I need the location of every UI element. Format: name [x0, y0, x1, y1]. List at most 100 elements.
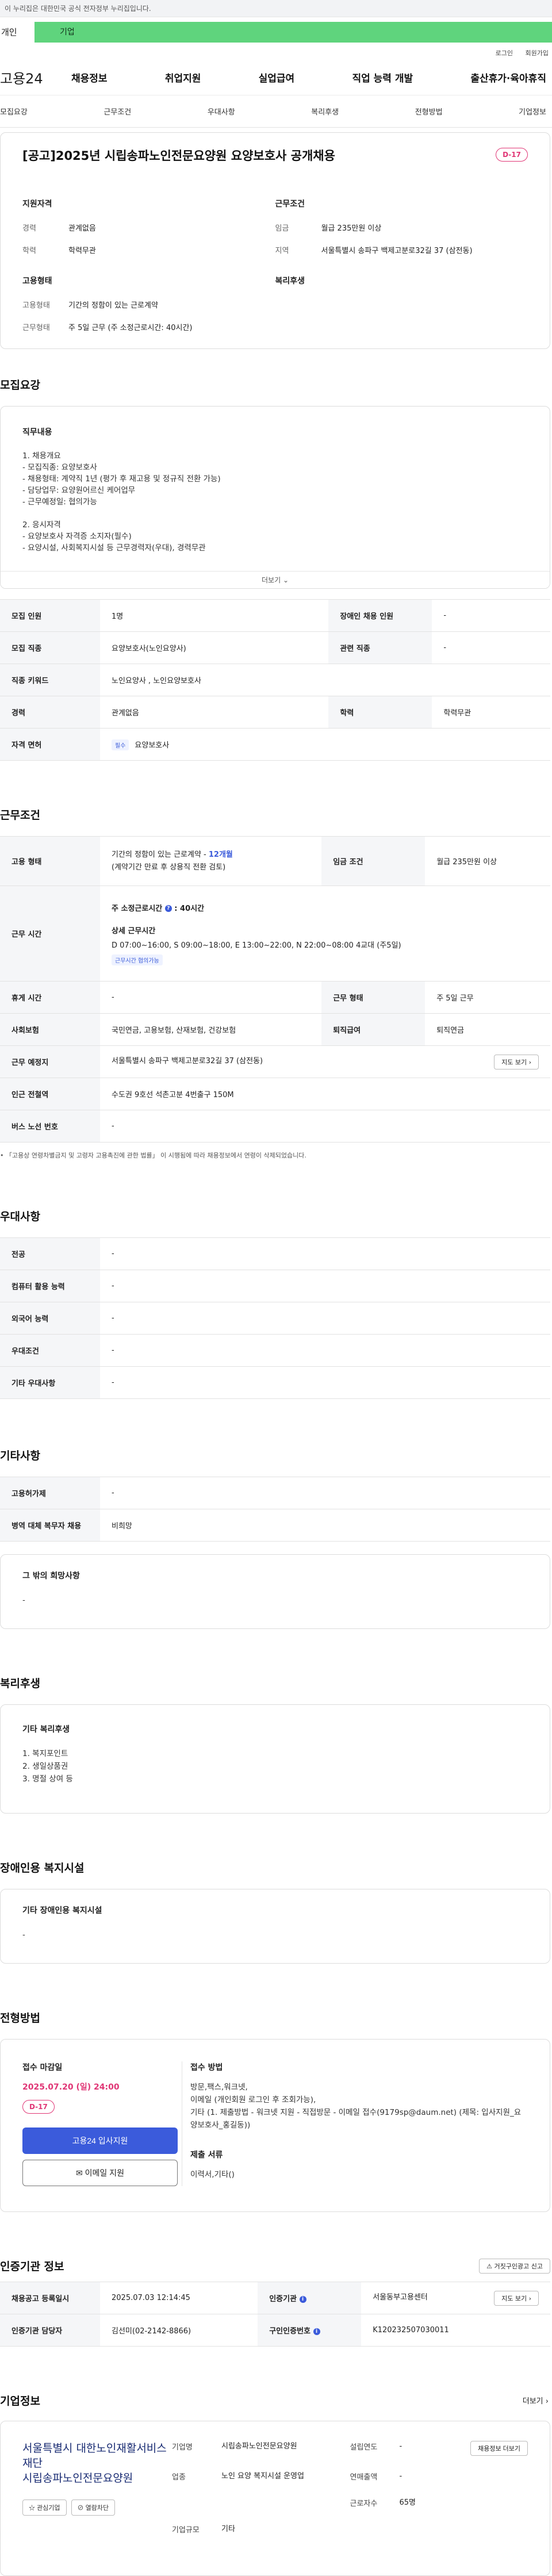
row-key: 우대조건	[0, 1334, 100, 1367]
tab-personal[interactable]: 개인	[0, 22, 34, 43]
table-row: 고용허가제 -	[0, 1477, 550, 1510]
conditions-table: 고용 형태 기간의 정함이 있는 근로계약 - 12개월 (계약기간 만료 후 상…	[0, 836, 550, 1143]
favorite-label: 관심기업	[37, 2505, 60, 2512]
more-button[interactable]: 더보기 ⌄	[1, 571, 550, 589]
row-key: 임금 조건	[321, 836, 425, 887]
row-key: 외국어 능력	[0, 1302, 100, 1335]
method-title: 접수 방법	[190, 2063, 223, 2073]
table-row: 자격 면허 필수 요양보호사	[0, 728, 550, 761]
section-preference-title: 우대사항	[0, 1210, 40, 1224]
section-etc-title: 기타사항	[0, 1450, 40, 1463]
chevron-right-icon: ›	[528, 2294, 531, 2302]
table-row: 버스 노선 번호 -	[0, 1110, 550, 1143]
company-key: 근로자수	[350, 2500, 378, 2509]
company-logo-line1: 서울특별시 대한노인재활서비스재단	[22, 2442, 167, 2470]
row-value-cell: 서울특별시 송파구 백제고분로32길 37 (삼전동) 지도 보기 ›	[100, 1045, 550, 1079]
section-company-title: 기업정보	[0, 2395, 40, 2408]
deadline-title: 접수 마감일	[22, 2063, 63, 2073]
email-apply-button[interactable]: ✉ 이메일 지원	[22, 2160, 178, 2187]
section-nav: 모집요강 근무조건 우대사항 복리후생 전형방법 기업정보	[0, 95, 552, 128]
wish-card: 그 밖의 희망사항 -	[0, 1554, 550, 1630]
mail-icon: ✉	[76, 2168, 83, 2178]
agency-header: 인증기관 정보 ⚠ 거짓구인광고 신고	[0, 2258, 552, 2274]
row-value: K120232507030011	[361, 2314, 550, 2347]
job-desc-line	[22, 508, 528, 519]
emp-key: 고용형태	[22, 301, 50, 310]
company-logo-line2: 시립송파노인전문요양원	[22, 2472, 133, 2485]
row-value: 비희망	[100, 1509, 550, 1542]
detail-hours-title: 상세 근무시간	[112, 926, 156, 936]
subnav-welfare[interactable]: 복리후생	[311, 106, 339, 117]
subnav-preference[interactable]: 우대사항	[208, 106, 235, 117]
company-value: 시립송파노인전문요양원	[221, 2442, 297, 2451]
gnb-item-unemployment-benefit[interactable]: 실업급여	[259, 70, 295, 85]
row-key: 직종 키워드	[0, 664, 100, 697]
company-more-link[interactable]: 더보기 ›	[523, 2395, 549, 2406]
agency-table: 채용공고 등록일시 2025.07.03 12:14:45 인증기관 i 서울동…	[0, 2282, 550, 2347]
favorite-company-button[interactable]: ☆ 관심기업	[22, 2500, 67, 2516]
join-link[interactable]: 회원가입	[526, 49, 549, 57]
disabled-title: 기타 장애인용 복지시설	[22, 1906, 102, 1916]
tab-business[interactable]: 기업	[34, 22, 552, 43]
subnav-company[interactable]: 기업정보	[519, 106, 546, 117]
row-value-cell: 주 소정근로시간 ? : 40시간 상세 근무시간 D 07:00~16:00,…	[100, 885, 550, 982]
etc-table: 고용허가제 - 병역 대체 복무자 채용 비희망	[0, 1477, 550, 1542]
row-key: 고용 형태	[0, 836, 100, 887]
row-key: 모집 직종	[0, 631, 100, 665]
gnb-item-skills[interactable]: 직업 능력 개발	[352, 70, 413, 85]
row-value: -	[432, 599, 550, 632]
info-icon[interactable]: i	[299, 2295, 306, 2303]
login-link[interactable]: 로그인	[496, 49, 513, 57]
subnav-apply[interactable]: 전형방법	[415, 106, 443, 117]
emp-value: 기간의 정함이 있는 근로계약	[68, 301, 158, 310]
job-description-card: 직무내용 1. 채용개요 - 모집직종: 요양보호사 - 채용형태: 계약직 1…	[0, 406, 550, 589]
row-key: 장애인 채용 인원	[328, 599, 432, 632]
work-key: 지역	[275, 247, 289, 256]
section-apply-title: 전형방법	[0, 2012, 40, 2025]
gnb-item-parental-leave[interactable]: 출산휴가·육아휴직	[470, 70, 546, 85]
license-value: 요양보호사	[135, 741, 170, 750]
method-line: 이메일 (개인회원 로그인 후 조회가능),	[190, 2095, 316, 2105]
job-desc-line: - 모집직종: 요양보호사	[22, 463, 97, 473]
row-value: 1명	[100, 599, 329, 632]
agency-map-button[interactable]: 지도 보기 ›	[494, 2290, 539, 2306]
row-key: 기타 우대사항	[0, 1366, 100, 1400]
qual-value: 관계없음	[68, 224, 96, 233]
company-key: 기업규모	[172, 2526, 200, 2535]
wish-value: -	[22, 1596, 25, 1605]
qual-heading: 지원자격	[22, 200, 52, 209]
email-apply-label: 이메일 지원	[85, 2168, 124, 2178]
info-icon[interactable]: i	[313, 2328, 320, 2335]
site-logo[interactable]: 고용24	[0, 67, 54, 87]
util-links: 로그인 회원가입	[0, 43, 552, 60]
block-view-button[interactable]: ⊘ 열람차단	[71, 2500, 116, 2516]
gnb-item-employment-support[interactable]: 취업지원	[165, 70, 201, 85]
welfare-title: 기타 복리후생	[22, 1725, 70, 1735]
map-button[interactable]: 지도 보기 ›	[494, 1054, 539, 1070]
row-key: 관련 직종	[328, 631, 432, 665]
dday-badge: D-17	[496, 148, 528, 162]
report-button[interactable]: ⚠ 거짓구인광고 신고	[479, 2258, 550, 2274]
company-header: 기업정보 더보기 ›	[0, 2393, 552, 2408]
section-conditions-title: 근무조건	[0, 809, 40, 822]
required-tag: 필수	[112, 739, 129, 750]
table-row: 사회보험 국민연금, 고용보험, 산재보험, 건강보험 퇴직급여 퇴직연금	[0, 1013, 550, 1046]
subnav-recruit[interactable]: 모집요강	[0, 106, 28, 117]
section-welfare-title: 복리후생	[0, 1677, 40, 1690]
welfare-line: 2. 생일상품권	[22, 1762, 68, 1772]
welfare-line: 1. 복지포인트	[22, 1749, 68, 1759]
work-value: 월급 235만원 이상	[321, 224, 382, 233]
apply-button[interactable]: 고용24 입사지원	[22, 2128, 178, 2155]
row-key: 버스 노선 번호	[0, 1110, 100, 1143]
gnb-item-jobs[interactable]: 채용정보	[71, 70, 108, 85]
more-label: 더보기	[261, 576, 281, 585]
table-row: 모집 직종 요양보호사(노인요양사) 관련 직종 -	[0, 631, 550, 665]
apply-dday-badge: D-17	[22, 2100, 55, 2114]
company-recruit-button[interactable]: 채용정보 더보기	[470, 2441, 528, 2456]
block-icon: ⊘	[77, 2505, 84, 2512]
subnav-conditions[interactable]: 근무조건	[103, 106, 131, 117]
row-value: -	[100, 1237, 550, 1271]
row-key: 인근 전철역	[0, 1078, 100, 1111]
info-icon[interactable]: ?	[164, 905, 172, 913]
wish-title: 그 밖의 희망사항	[22, 1571, 80, 1581]
